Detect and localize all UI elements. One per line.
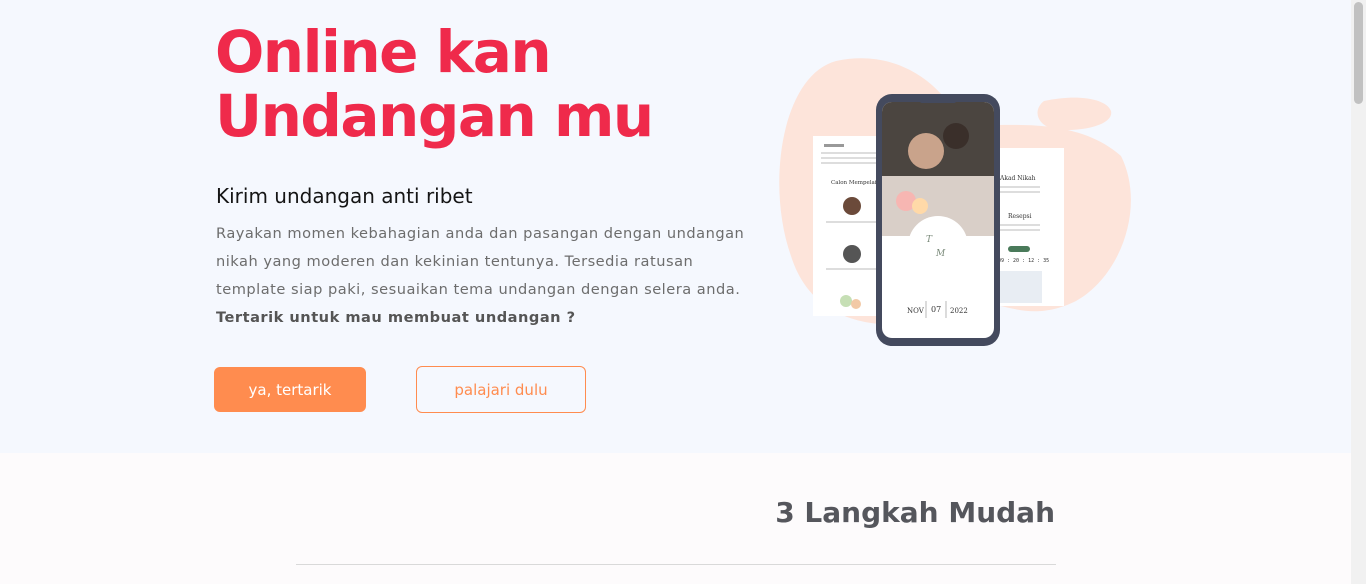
hero-title: Online kan Undangan mu — [215, 18, 654, 150]
phone-day: 07 — [931, 305, 941, 314]
svg-text:T: T — [926, 235, 933, 245]
right-card-heading2: Resepsi — [1008, 213, 1032, 220]
hero-description-text: Rayakan momen kebahagian anda dan pasang… — [216, 225, 745, 298]
hero-description: Rayakan momen kebahagian anda dan pasang… — [216, 220, 746, 332]
phone-month: NOV — [907, 307, 925, 315]
phone-year: 2022 — [950, 307, 968, 315]
hero-subtitle: Kirim undangan anti ribet — [216, 184, 473, 208]
section-divider — [296, 564, 1056, 565]
page-scrollbar[interactable] — [1351, 0, 1366, 584]
phone-invitation-illustration: Calon Mempelai Wanita Akad Nikah Resepsi… — [779, 58, 1131, 346]
scrollbar-thumb[interactable] — [1354, 2, 1363, 104]
svg-text:M: M — [935, 249, 946, 259]
interested-button[interactable]: ya, tertarik — [214, 367, 366, 412]
countdown-text: 09 : 20 : 12 : 35 — [998, 258, 1049, 264]
steps-section-title: 3 Langkah Mudah — [775, 496, 1055, 529]
hero-title-line1: Online kan — [215, 18, 552, 86]
learn-more-button[interactable]: palajari dulu — [416, 366, 586, 413]
right-card-heading1: Akad Nikah — [999, 175, 1036, 182]
hero-title-line2: Undangan mu — [215, 82, 654, 150]
right-invitation-card: Akad Nikah Resepsi 09 : 20 : 12 : 35 — [994, 148, 1064, 306]
phone-mockup: T M NOV 07 2022 — [876, 94, 1000, 346]
hero-description-bold: Tertarik untuk mau membuat undangan ? — [216, 309, 576, 326]
